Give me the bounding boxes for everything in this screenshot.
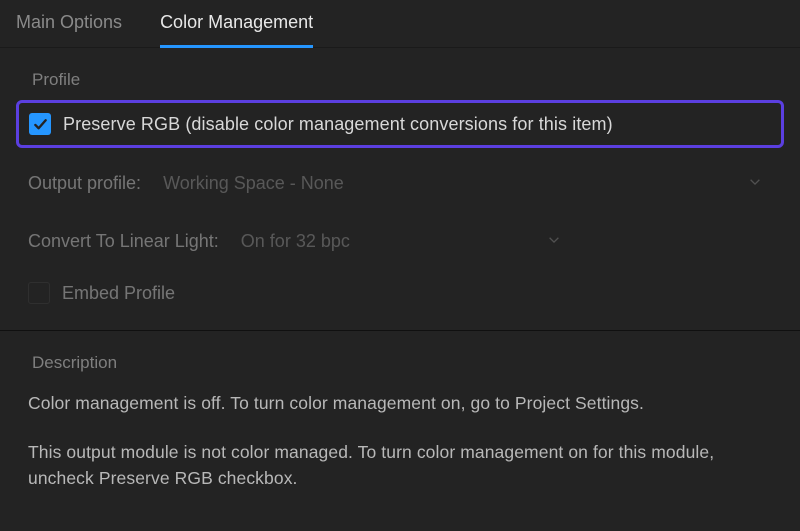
preserve-rgb-checkbox[interactable] (29, 113, 51, 135)
profile-section: Profile Preserve RGB (disable color mana… (0, 48, 800, 322)
tab-main-options[interactable]: Main Options (16, 12, 122, 47)
output-profile-select[interactable]: Working Space - None (153, 166, 772, 200)
convert-linear-value: On for 32 bpc (241, 231, 350, 252)
description-section: Description Color management is off. To … (0, 331, 800, 491)
output-profile-label: Output profile: (28, 173, 141, 194)
tab-color-management[interactable]: Color Management (160, 12, 313, 48)
profile-section-title: Profile (12, 48, 788, 90)
output-profile-value: Working Space - None (163, 173, 344, 194)
convert-linear-label: Convert To Linear Light: (28, 231, 219, 252)
preserve-rgb-row[interactable]: Preserve RGB (disable color management c… (29, 113, 771, 135)
tab-bar: Main Options Color Management (0, 0, 800, 48)
convert-linear-select[interactable]: On for 32 bpc (231, 224, 571, 258)
embed-profile-checkbox[interactable] (28, 282, 50, 304)
description-section-title: Description (12, 331, 788, 373)
description-body: Color management is off. To turn color m… (12, 373, 788, 491)
chevron-down-icon (547, 231, 561, 252)
convert-linear-row: Convert To Linear Light: On for 32 bpc (12, 212, 788, 270)
description-line-1: Color management is off. To turn color m… (28, 391, 772, 416)
embed-profile-label: Embed Profile (62, 283, 175, 304)
output-profile-row: Output profile: Working Space - None (12, 154, 788, 212)
chevron-down-icon (748, 173, 762, 194)
preserve-rgb-highlight: Preserve RGB (disable color management c… (16, 100, 784, 148)
check-icon (33, 117, 48, 132)
embed-profile-row[interactable]: Embed Profile (12, 270, 788, 322)
preserve-rgb-label: Preserve RGB (disable color management c… (63, 114, 613, 135)
description-line-2: This output module is not color managed.… (28, 440, 772, 491)
